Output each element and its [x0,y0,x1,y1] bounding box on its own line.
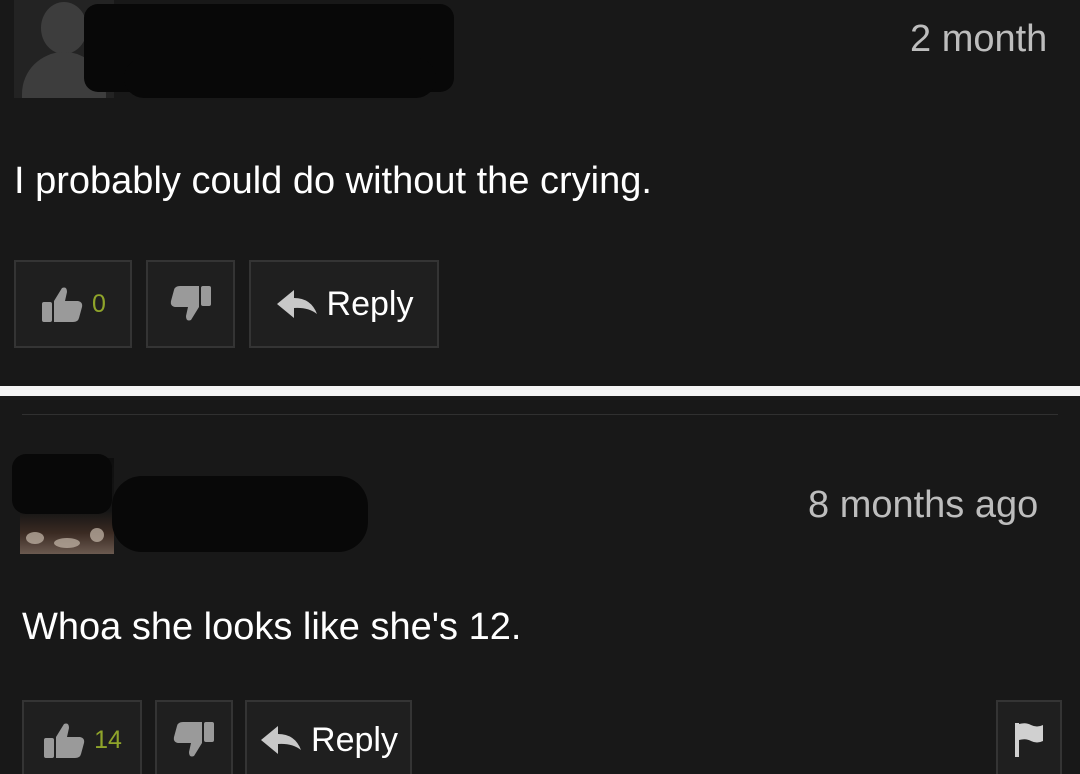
comment-timestamp: 8 months ago [808,484,1039,526]
default-avatar-head [41,2,87,54]
redacted-username-scribble [124,58,436,98]
reply-label: Reply [311,720,398,759]
reply-button[interactable]: Reply [249,260,439,348]
thumbs-down-button[interactable] [155,700,233,774]
flag-button[interactable] [996,700,1062,774]
like-count: 14 [94,725,122,754]
comment-divider [0,386,1080,396]
thumbs-up-button[interactable]: 14 [22,700,142,774]
reply-label: Reply [326,284,414,323]
thumbs-up-button[interactable]: 0 [14,260,132,348]
reply-button[interactable]: Reply [245,700,412,774]
flag-icon [1012,721,1046,759]
redacted-username [112,476,368,552]
thumbs-up-icon [42,720,86,760]
thumbs-down-icon [169,284,213,324]
comment-timestamp: 2 month [910,18,1048,60]
avatar-photo-detail [90,528,104,542]
thumbs-up-icon [40,284,84,324]
separator-line [22,414,1058,415]
reply-arrow-icon [259,723,303,757]
thumbs-down-icon [172,720,216,760]
comment-card: 8 months ago Whoa she looks like she's 1… [0,396,1080,774]
comment-text: Whoa she looks like she's 12. [22,606,522,648]
comment-card: 2 month I probably could do without the … [0,0,1080,386]
reply-arrow-icon [275,287,319,321]
thumbs-down-button[interactable] [146,260,235,348]
avatar-photo-detail [54,538,80,548]
avatar-photo-detail [26,532,44,544]
redacted-username [12,454,112,514]
like-count: 0 [92,289,106,318]
comment-text: I probably could do without the crying. [14,160,652,202]
